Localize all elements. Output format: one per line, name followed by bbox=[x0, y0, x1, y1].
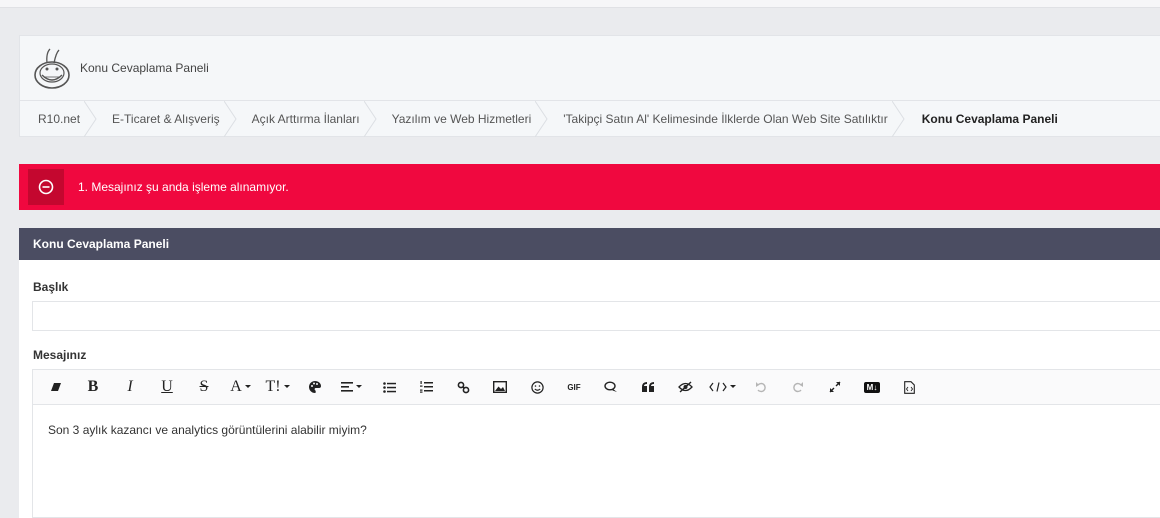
italic-icon[interactable]: I bbox=[117, 375, 143, 399]
panel-title: Konu Cevaplama Paneli bbox=[19, 228, 1160, 260]
message-editor[interactable]: Son 3 aylık kazancı ve analytics görüntü… bbox=[32, 405, 1160, 518]
breadcrumb-label: 'Takipçi Satın Al' Kelimesinde İlklerde … bbox=[563, 112, 888, 126]
quote-icon[interactable] bbox=[635, 375, 661, 399]
breadcrumb-item-acik-arttirma[interactable]: Açık Arttırma İlanları bbox=[234, 101, 377, 137]
numbered-list-icon[interactable] bbox=[413, 375, 439, 399]
message-label: Mesajınız bbox=[33, 348, 87, 362]
breadcrumb-separator-icon bbox=[891, 101, 905, 137]
breadcrumb-label: R10.net bbox=[38, 112, 81, 126]
font-size-label: A bbox=[230, 378, 242, 395]
emoji-icon[interactable] bbox=[524, 375, 550, 399]
page-header: Konu Cevaplama Paneli R10.net E-Ticaret … bbox=[19, 35, 1160, 137]
minus-circle-icon bbox=[28, 169, 64, 205]
alert-message: 1. Mesajınız şu anda işleme alınamıyor. bbox=[78, 180, 289, 194]
markdown-label: M↓ bbox=[863, 381, 881, 393]
r10-logo-icon[interactable] bbox=[30, 43, 74, 93]
source-icon[interactable] bbox=[896, 375, 922, 399]
header-top: Konu Cevaplama Paneli bbox=[20, 36, 1160, 101]
breadcrumb-separator-icon bbox=[363, 101, 377, 137]
spoiler-icon[interactable] bbox=[598, 375, 624, 399]
text-style-icon[interactable]: T! bbox=[265, 375, 291, 399]
breadcrumb-separator-icon bbox=[535, 101, 548, 137]
hide-icon[interactable] bbox=[672, 375, 698, 399]
breadcrumb-item-r10[interactable]: R10.net bbox=[20, 101, 97, 137]
bold-icon[interactable]: B bbox=[80, 375, 106, 399]
palette-icon[interactable] bbox=[302, 375, 328, 399]
breadcrumb-item-eticaret[interactable]: E-Ticaret & Alışveriş bbox=[94, 101, 237, 137]
code-icon[interactable] bbox=[709, 375, 737, 399]
breadcrumb-label: E-Ticaret & Alışveriş bbox=[112, 112, 220, 126]
markdown-icon[interactable]: M↓ bbox=[859, 375, 885, 399]
strikethrough-icon[interactable]: S bbox=[191, 375, 217, 399]
image-icon[interactable] bbox=[487, 375, 513, 399]
undo-icon[interactable] bbox=[748, 375, 774, 399]
reply-panel: Konu Cevaplama Paneli Başlık Mesajınız B… bbox=[19, 228, 1160, 518]
top-strip bbox=[0, 0, 1160, 8]
title-input[interactable] bbox=[32, 301, 1160, 331]
link-icon[interactable] bbox=[450, 375, 476, 399]
breadcrumb-label: Yazılım ve Web Hizmetleri bbox=[391, 112, 532, 126]
breadcrumb-separator-icon bbox=[223, 101, 237, 137]
fullscreen-icon[interactable] bbox=[822, 375, 848, 399]
breadcrumb: R10.net E-Ticaret & Alışveriş Açık Arttı… bbox=[20, 101, 1160, 137]
underline-icon[interactable]: U bbox=[154, 375, 180, 399]
breadcrumb-item-yazilim[interactable]: Yazılım ve Web Hizmetleri bbox=[374, 101, 548, 137]
breadcrumb-label: Konu Cevaplama Paneli bbox=[921, 112, 1058, 126]
breadcrumb-item-current: Konu Cevaplama Paneli bbox=[902, 101, 1072, 137]
bullet-list-icon[interactable] bbox=[376, 375, 402, 399]
page-title: Konu Cevaplama Paneli bbox=[80, 61, 209, 75]
eraser-icon[interactable] bbox=[43, 375, 69, 399]
message-text: Son 3 aylık kazancı ve analytics görüntü… bbox=[48, 423, 367, 437]
redo-icon[interactable] bbox=[785, 375, 811, 399]
error-alert: 1. Mesajınız şu anda işleme alınamıyor. bbox=[19, 164, 1160, 210]
breadcrumb-separator-icon bbox=[84, 101, 97, 137]
align-icon[interactable] bbox=[339, 375, 365, 399]
breadcrumb-item-thread[interactable]: 'Takipçi Satın Al' Kelimesinde İlklerde … bbox=[545, 101, 905, 137]
text-style-label: T! bbox=[265, 378, 281, 395]
title-label: Başlık bbox=[33, 280, 69, 294]
font-size-icon[interactable]: A bbox=[228, 375, 254, 399]
breadcrumb-label: Açık Arttırma İlanları bbox=[251, 112, 360, 126]
editor-toolbar: B I U S A T! GIF M↓ bbox=[32, 369, 1160, 405]
gif-icon[interactable]: GIF bbox=[561, 375, 587, 399]
